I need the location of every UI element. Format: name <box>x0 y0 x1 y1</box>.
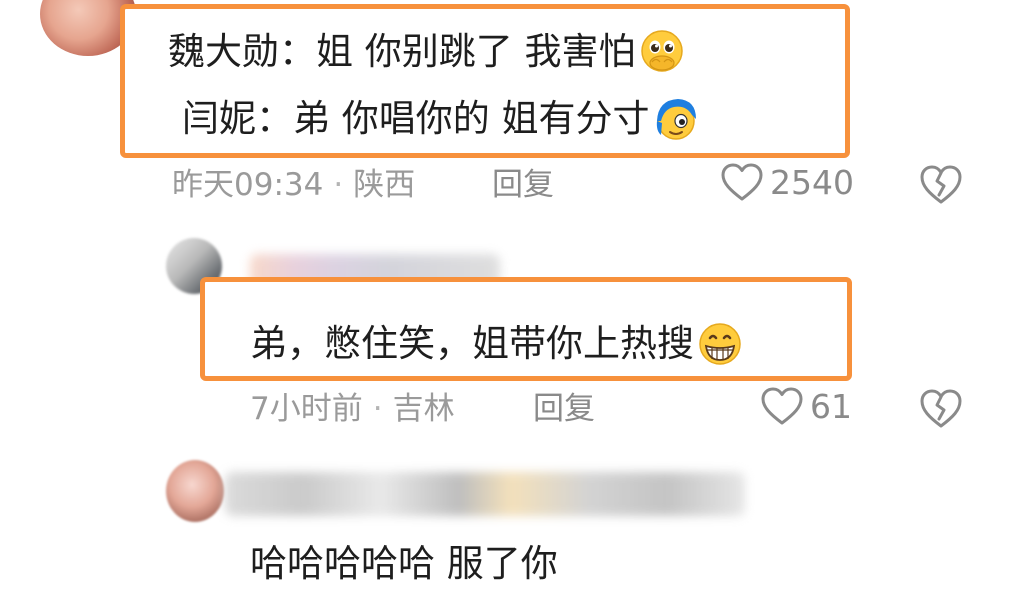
heart-outline-icon <box>721 163 763 201</box>
comment-location: 陕西 <box>353 167 416 203</box>
comment-line-1: 魏大勋：姐 你别跳了 我害怕 <box>168 30 636 73</box>
like-count: 61 <box>810 386 852 426</box>
comment-location: 吉林 <box>392 391 455 427</box>
reply-button[interactable]: 回复 <box>492 166 554 204</box>
username-blurred[interactable] <box>225 472 745 516</box>
pleading-face-hands-over-mouth-icon <box>640 30 683 72</box>
comment-meta: 7小时前 · 吉林 <box>250 390 455 428</box>
comment-line-1: 哈哈哈哈哈 服了你 <box>250 542 558 585</box>
broken-heart-icon[interactable] <box>918 162 964 206</box>
comment-time: 昨天09:34 <box>172 167 324 203</box>
comment-line-2: 闫妮：弟 你唱你的 姐有分寸 <box>182 97 650 140</box>
meta-separator: · <box>372 391 383 427</box>
comment-text: 魏大勋：姐 你别跳了 我害怕 <box>168 28 686 76</box>
reply-button[interactable]: 回复 <box>533 390 595 428</box>
grinning-face-icon <box>699 323 741 365</box>
avatar[interactable] <box>166 460 224 522</box>
like-count: 2540 <box>770 162 854 202</box>
heart-outline-icon <box>761 387 803 425</box>
comment-line-1: 弟，憋住笑，姐带你上热搜 <box>250 322 694 365</box>
comment-meta: 昨天09:34 · 陕西 <box>172 166 415 204</box>
blue-hair-cool-face-icon <box>656 99 696 140</box>
comment-text: 弟，憋住笑，姐带你上热搜 <box>250 320 744 368</box>
comment-time: 7小时前 <box>250 391 363 427</box>
comment-text: 哈哈哈哈哈 服了你 <box>250 542 558 586</box>
like-button[interactable]: 61 <box>760 386 852 426</box>
comment-text: 闫妮：弟 你唱你的 姐有分寸 <box>182 95 700 143</box>
meta-separator: · <box>333 167 344 203</box>
broken-heart-icon[interactable] <box>918 386 964 430</box>
like-button[interactable]: 2540 <box>720 162 854 202</box>
